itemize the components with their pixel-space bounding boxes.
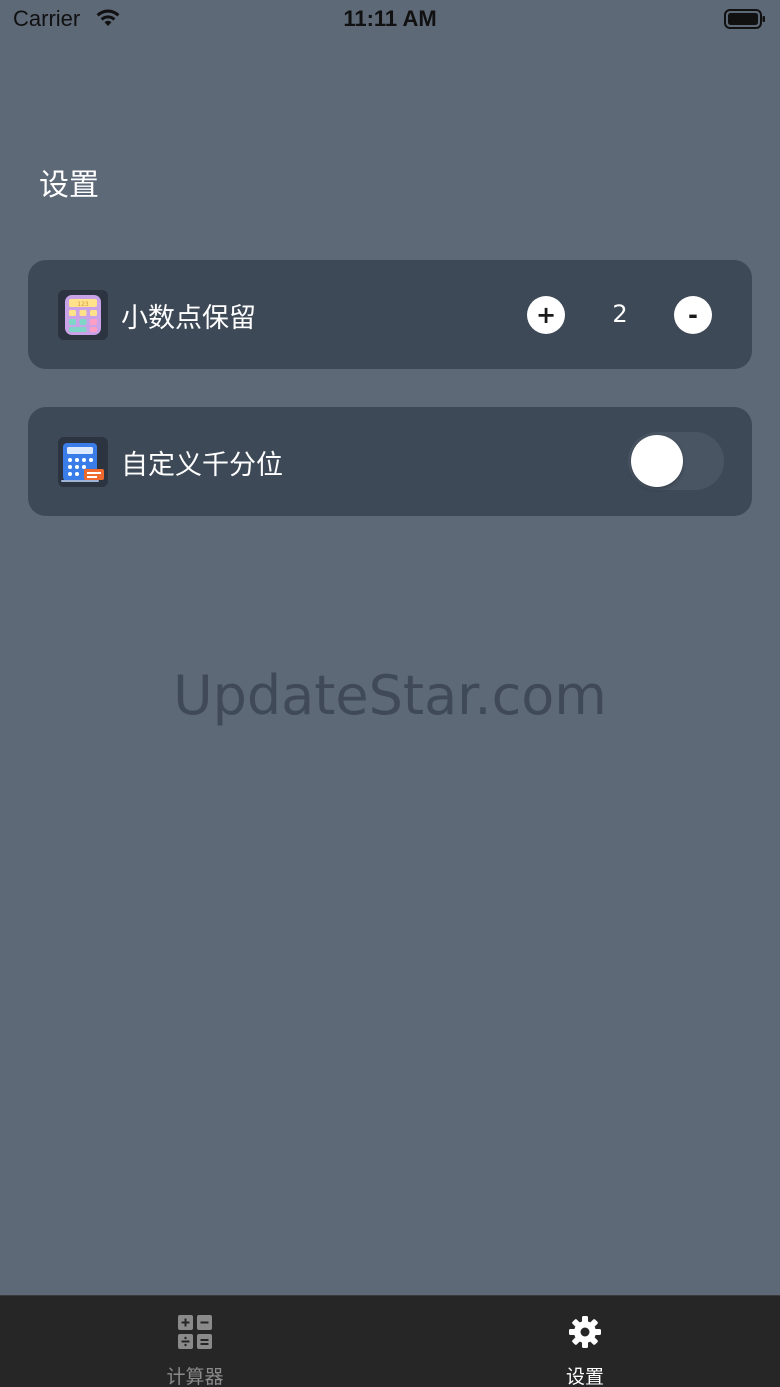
decimal-places-card: 123 小数点保留 + 2 -	[28, 260, 752, 369]
calculator-blue-icon	[58, 437, 108, 487]
decimal-places-value: 2	[612, 300, 628, 328]
toggle-knob	[631, 435, 683, 487]
tab-calculator-label: 计算器	[166, 1366, 224, 1387]
tab-settings[interactable]: 设置	[390, 1296, 780, 1387]
tab-settings-label: 设置	[565, 1366, 604, 1387]
watermark: UpdateStar.com	[173, 664, 607, 727]
status-bar: Carrier 11:11 AM	[0, 0, 780, 40]
tab-bar: 计算器 设置	[0, 1295, 780, 1387]
settings-screen: Carrier 11:11 AM 设置 123 小数点保留 + 2 - 自定义千…	[0, 0, 780, 1387]
thousand-separator-card: 自定义千分位	[28, 407, 752, 516]
thousand-separator-label: 自定义千分位	[121, 450, 283, 481]
svg-text:123: 123	[77, 301, 89, 308]
battery-full-icon	[724, 9, 765, 29]
status-time: 11:11 AM	[343, 6, 437, 31]
thousand-separator-toggle[interactable]	[628, 432, 724, 490]
gear-icon	[566, 1313, 604, 1351]
increase-decimal-button[interactable]: +	[527, 296, 565, 334]
decrease-decimal-button[interactable]: -	[674, 296, 712, 334]
tab-calculator[interactable]: 计算器	[0, 1296, 390, 1387]
page-title: 设置	[39, 168, 99, 203]
calculator-pastel-icon: 123	[58, 290, 108, 340]
decimal-places-label: 小数点保留	[121, 303, 256, 334]
calculator-grid-icon	[176, 1313, 214, 1351]
